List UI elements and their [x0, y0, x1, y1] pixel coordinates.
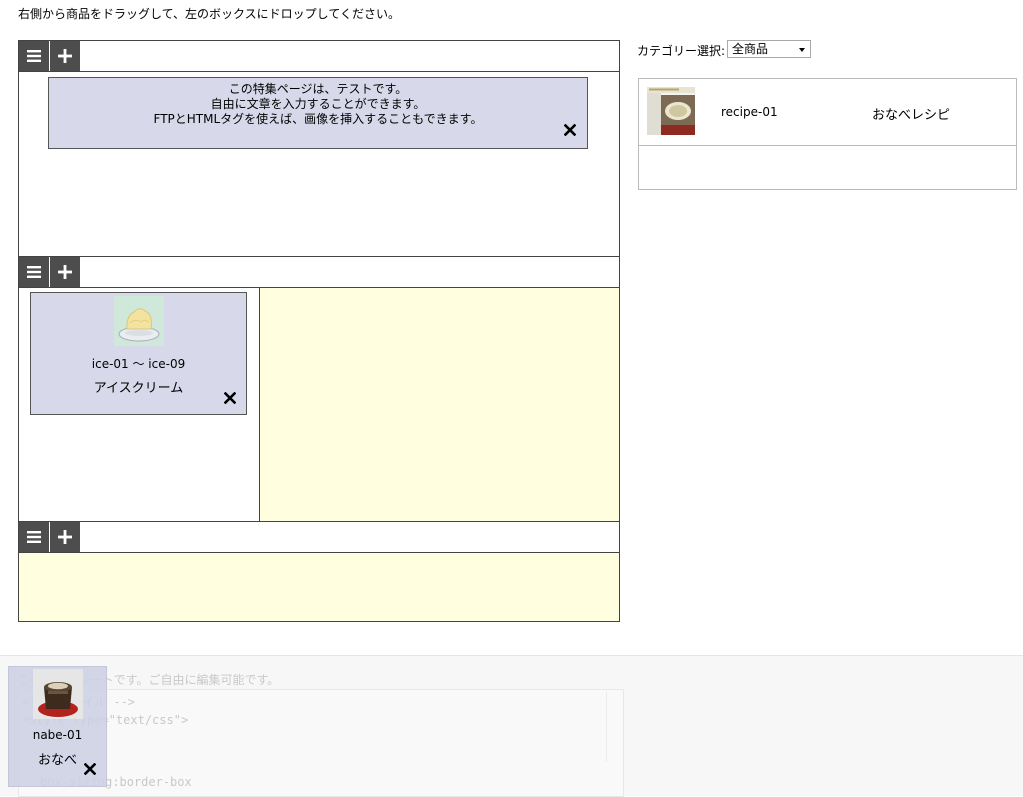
recipe-thumbnail [647, 87, 695, 135]
close-icon[interactable] [224, 392, 236, 404]
section-2-drop-zone[interactable] [260, 288, 619, 521]
placed-product-name: アイスクリーム [93, 381, 184, 396]
section-3-drop-zone[interactable] [19, 553, 619, 621]
section-3-add-button[interactable] [50, 522, 80, 552]
plus-icon [58, 49, 72, 63]
dragging-product-code: nabe-01 [32, 728, 83, 742]
placed-product-card[interactable]: ice-01 〜 ice-09 アイスクリーム [30, 292, 247, 415]
section-2-toolbar [19, 257, 619, 288]
text-block[interactable]: この特集ページは、テストです。 自由に文章を入力することができます。 FTPとH… [48, 77, 588, 149]
section-2-menu-button[interactable] [19, 257, 49, 287]
text-block-line: FTPとHTMLタグを使えば、画像を挿入することもできます。 [153, 112, 483, 126]
category-select-value: 全商品 [732, 42, 769, 56]
plus-icon [58, 265, 72, 279]
section-3-menu-button[interactable] [19, 522, 49, 552]
plus-icon [58, 530, 72, 544]
dragging-product-card[interactable]: nabe-01 おなべ [8, 666, 107, 787]
layout-editor: この特集ページは、テストです。 自由に文章を入力することができます。 FTPとH… [18, 40, 620, 622]
section-2-add-button[interactable] [50, 257, 80, 287]
close-icon[interactable] [84, 763, 96, 775]
chevron-down-icon [799, 48, 805, 52]
category-select[interactable]: 全商品 [727, 40, 811, 58]
section-1-toolbar [19, 41, 619, 72]
section-1-add-button[interactable] [50, 41, 80, 71]
close-icon[interactable] [564, 124, 576, 136]
instruction-text: 右側から商品をドラッグして、左のボックスにドロップしてください。 [18, 7, 400, 21]
product-list-item[interactable]: recipe-01 おなべレシピ [639, 79, 1016, 146]
product-list: recipe-01 おなべレシピ [638, 78, 1017, 190]
nabe-thumbnail [33, 669, 83, 719]
text-block-line: この特集ページは、テストです。 [228, 82, 408, 96]
placed-product-code: ice-01 〜 ice-09 [91, 357, 186, 371]
menu-icon [27, 531, 41, 543]
text-block-line: 自由に文章を入力することができます。 [210, 97, 426, 111]
section-1-menu-button[interactable] [19, 41, 49, 71]
textarea-scrollbar[interactable] [606, 692, 621, 762]
ice-cream-thumbnail [114, 296, 164, 346]
menu-icon [27, 50, 41, 62]
product-code: recipe-01 [721, 105, 778, 119]
product-name: おなべレシピ [872, 108, 951, 123]
section-3-toolbar [19, 522, 619, 553]
category-label: カテゴリー選択: [637, 44, 726, 58]
menu-icon [27, 266, 41, 278]
